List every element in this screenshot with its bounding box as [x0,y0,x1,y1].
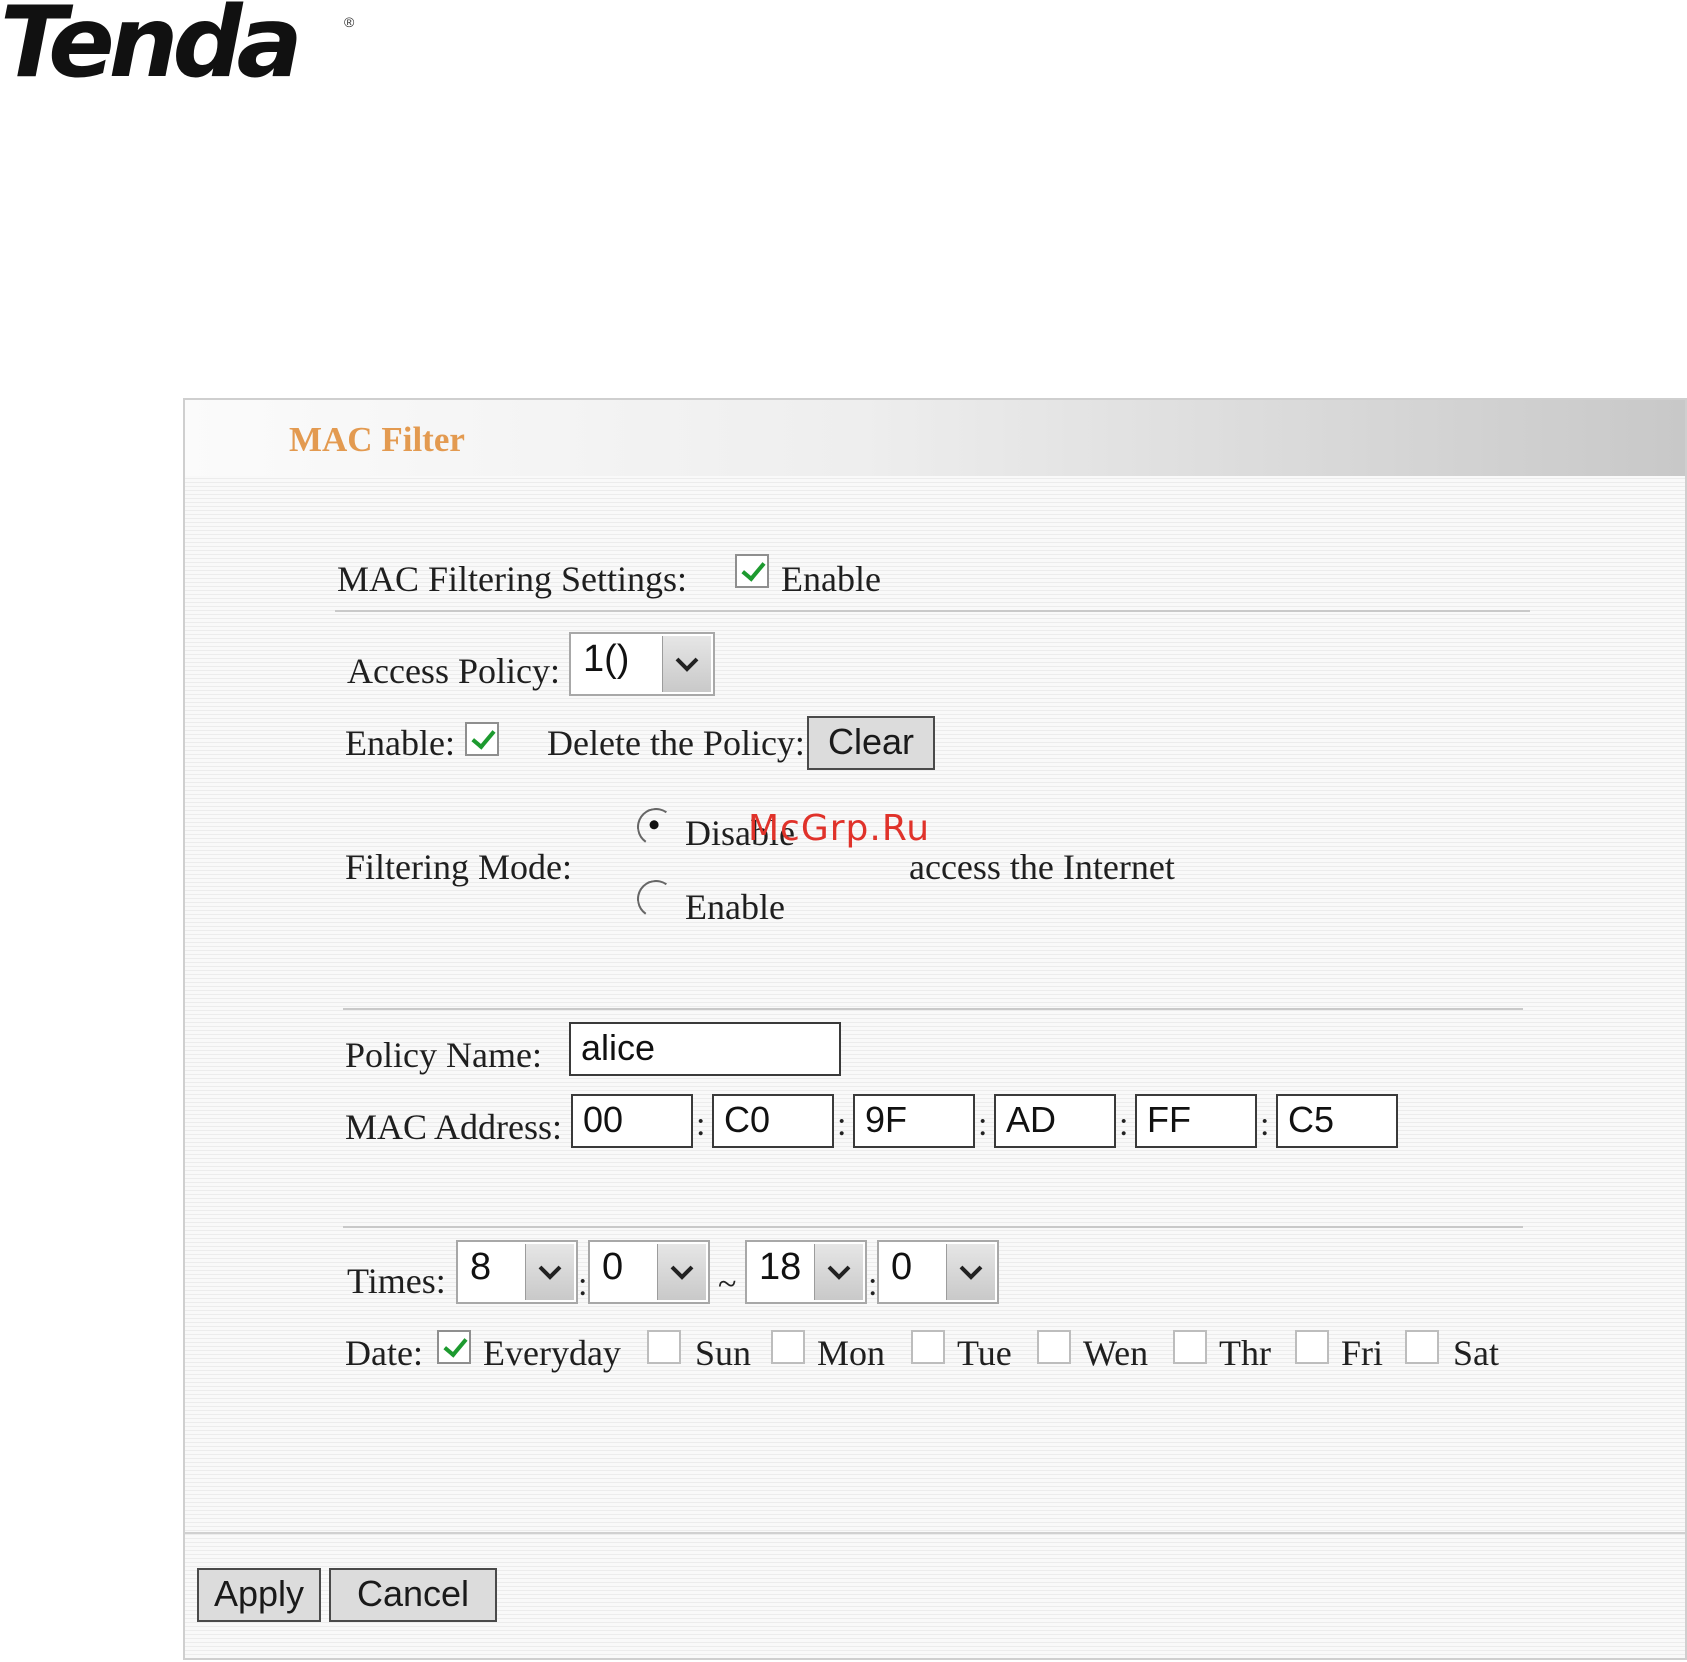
mac-octet-1-input[interactable]: 00 [571,1094,693,1148]
mac-separator: : [978,1106,988,1143]
mac-octet-2-input[interactable]: C0 [712,1094,834,1148]
day-sun-checkbox[interactable] [647,1330,681,1364]
chevron-down-icon[interactable] [814,1244,863,1300]
end-hour-value: 18 [759,1246,802,1288]
mac-separator: : [1119,1106,1129,1143]
clear-button[interactable]: Clear [807,716,935,770]
mac-octet-6-input[interactable]: C5 [1276,1094,1398,1148]
day-sun-label: Sun [695,1333,752,1373]
cancel-button[interactable]: Cancel [329,1568,497,1622]
filtering-mode-suffix: access the Internet [909,847,1175,887]
access-policy-select[interactable]: 1() [569,632,715,696]
mac-separator: : [696,1106,706,1143]
times-label: Times: [347,1261,446,1301]
day-fri-checkbox[interactable] [1295,1330,1329,1364]
start-minute-value: 0 [602,1246,624,1288]
mac-filtering-settings-label: MAC Filtering Settings: [337,559,688,599]
policy-enable-label: Enable: [345,723,455,763]
chevron-down-icon[interactable] [662,636,711,692]
day-everyday-checkbox[interactable] [437,1330,471,1364]
mac-filtering-enable-checkbox[interactable] [735,554,769,588]
filtering-mode-label: Filtering Mode: [345,847,572,887]
filtering-mode-enable-radio[interactable] [633,876,679,922]
day-wen-checkbox[interactable] [1037,1330,1071,1364]
watermark: McGrp.Ru [748,808,931,849]
start-minute-select[interactable]: 0 [588,1240,710,1304]
day-tue-checkbox[interactable] [911,1330,945,1364]
day-mon-checkbox[interactable] [771,1330,805,1364]
mac-separator: : [837,1106,847,1143]
access-policy-label: Access Policy: [347,651,560,691]
apply-button[interactable]: Apply [197,1568,321,1622]
time-range-separator: ~ [718,1266,737,1303]
panel-title: MAC Filter [289,420,465,459]
end-hour-select[interactable]: 18 [745,1240,867,1304]
end-minute-select[interactable]: 0 [877,1240,999,1304]
policy-enable-checkbox[interactable] [465,722,499,756]
filtering-mode-enable-label: Enable [685,887,785,927]
delete-policy-label: Delete the Policy: [547,723,805,763]
mac-filter-panel: MAC Filter MAC Filtering Settings: Enabl… [183,398,1687,1660]
day-everyday-label: Everyday [483,1333,621,1373]
start-hour-select[interactable]: 8 [456,1240,578,1304]
access-policy-value: 1() [583,638,630,680]
day-mon-label: Mon [817,1333,886,1373]
chevron-down-icon[interactable] [525,1244,574,1300]
chevron-down-icon[interactable] [657,1244,706,1300]
filtering-mode-disable-radio[interactable] [633,804,679,850]
day-wen-label: Wen [1083,1333,1149,1373]
day-fri-label: Fri [1341,1333,1384,1373]
date-label: Date: [345,1333,423,1373]
divider [343,1008,1523,1010]
tenda-logo: Tenda [0,0,303,100]
mac-octet-5-input[interactable]: FF [1135,1094,1257,1148]
mac-separator: : [1260,1106,1270,1143]
day-thr-label: Thr [1219,1333,1271,1373]
registered-mark: ® [344,14,355,30]
start-hour-value: 8 [470,1246,492,1288]
divider [335,610,1530,612]
mac-octet-4-input[interactable]: AD [994,1094,1116,1148]
mac-address-label: MAC Address: [345,1107,563,1147]
footer-divider [185,1532,1685,1534]
policy-name-label: Policy Name: [345,1035,542,1075]
panel-header: MAC Filter [185,400,1685,476]
day-sat-checkbox[interactable] [1405,1330,1439,1364]
day-tue-label: Tue [957,1333,1012,1373]
mac-octet-3-input[interactable]: 9F [853,1094,975,1148]
day-sat-label: Sat [1453,1333,1500,1373]
policy-name-input[interactable]: alice [569,1022,841,1076]
day-thr-checkbox[interactable] [1173,1330,1207,1364]
time-separator: : [578,1266,588,1303]
divider [343,1226,1523,1228]
chevron-down-icon[interactable] [946,1244,995,1300]
mac-filtering-enable-label: Enable [781,559,881,599]
end-minute-value: 0 [891,1246,913,1288]
